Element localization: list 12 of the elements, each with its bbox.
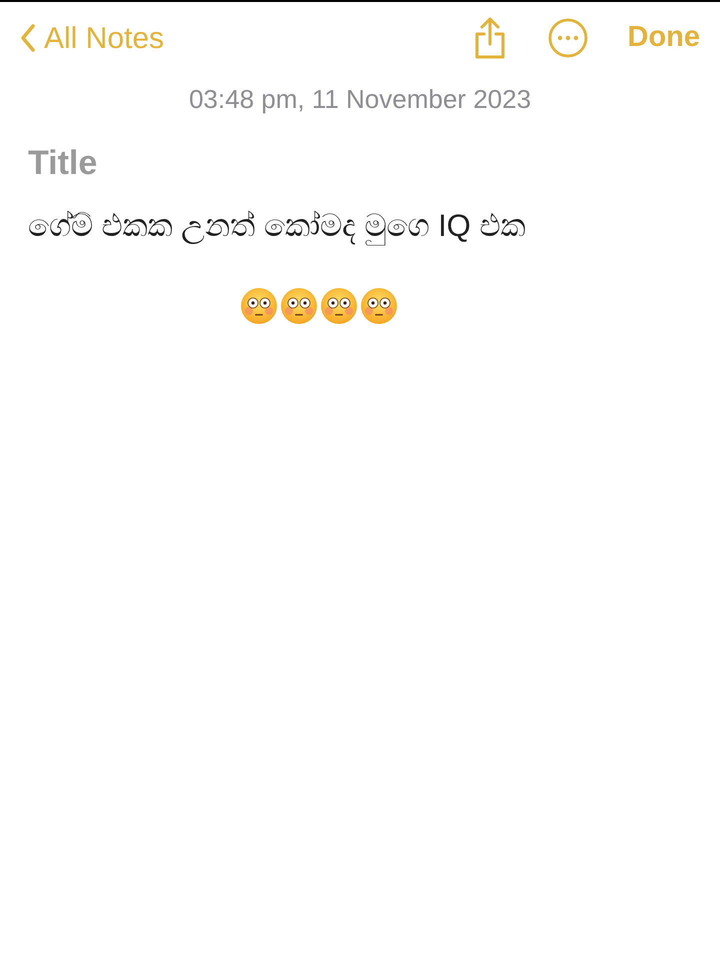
back-button[interactable]: All Notes	[20, 16, 164, 60]
note-text: ගේම් එකක උනත් කෝමද මුගෙ IQ එක	[28, 203, 692, 249]
flushed-face-icon	[280, 287, 318, 325]
chevron-left-icon	[20, 23, 36, 53]
note-date: 03:48 pm, 11 November 2023	[188, 83, 532, 116]
flushed-face-icon	[360, 287, 398, 325]
title-field[interactable]: Title	[28, 141, 428, 185]
flushed-face-icon	[320, 287, 358, 325]
flushed-face-icon	[240, 287, 278, 325]
more-button[interactable]	[548, 18, 588, 58]
more-icon	[548, 18, 588, 58]
done-button[interactable]: Done	[628, 16, 700, 60]
